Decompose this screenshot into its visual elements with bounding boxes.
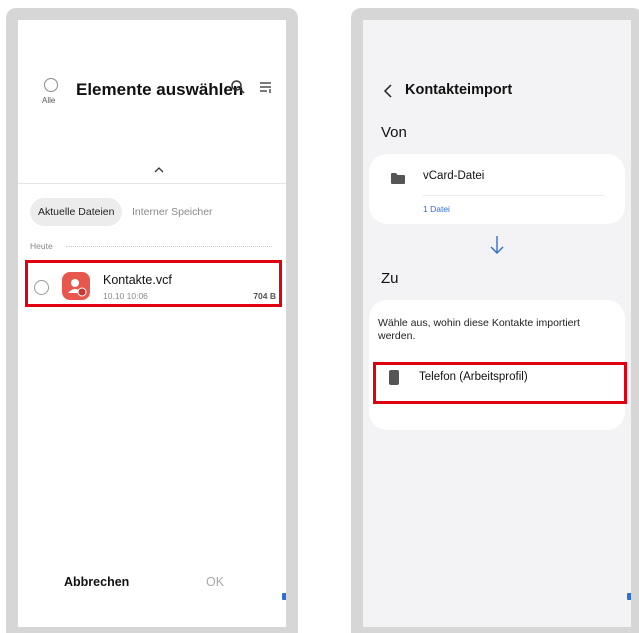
picker-header: Alle Elemente auswählen	[18, 76, 286, 116]
file-picker-screen: Alle Elemente auswählen Aktuelle Dateien…	[18, 20, 286, 627]
tab-internal-storage[interactable]: Interner Speicher	[124, 198, 221, 226]
search-icon[interactable]	[230, 79, 246, 95]
from-section-label: Von	[381, 124, 407, 141]
work-profile-badge-icon	[282, 593, 286, 600]
sort-icon[interactable]	[258, 79, 274, 95]
chevron-up-icon[interactable]	[153, 165, 165, 175]
page-title: Kontakteimport	[405, 82, 513, 98]
folder-icon	[391, 173, 405, 184]
divider	[423, 195, 605, 196]
source-card: vCard-Datei 1 Datei	[369, 154, 625, 224]
back-icon[interactable]	[382, 83, 394, 99]
left-phone-frame: Alle Elemente auswählen Aktuelle Dateien…	[6, 8, 298, 633]
right-phone-frame: Kontakteimport Von vCard-Datei 1 Datei Z…	[351, 8, 639, 633]
section-header-today: Heute	[30, 241, 53, 251]
highlight-box	[25, 260, 282, 307]
work-profile-badge-icon	[627, 593, 631, 600]
cancel-button[interactable]: Abbrechen	[64, 575, 129, 589]
to-section-label: Zu	[381, 270, 399, 287]
page-title: Elemente auswählen	[76, 80, 244, 99]
source-file-count: 1 Datei	[423, 204, 450, 214]
arrow-down-icon	[490, 236, 504, 254]
destination-prompt: Wähle aus, wohin diese Kontakte importie…	[378, 317, 580, 342]
tab-recent-files[interactable]: Aktuelle Dateien	[30, 198, 123, 226]
select-all-label: Alle	[42, 96, 56, 105]
source-item-label[interactable]: vCard-Datei	[423, 170, 484, 182]
section-divider	[66, 246, 272, 247]
highlight-box	[373, 362, 627, 404]
ok-button[interactable]: OK	[206, 575, 224, 589]
divider	[18, 183, 286, 184]
select-all-radio[interactable]	[44, 78, 58, 92]
contact-import-screen: Kontakteimport Von vCard-Datei 1 Datei Z…	[363, 20, 631, 627]
